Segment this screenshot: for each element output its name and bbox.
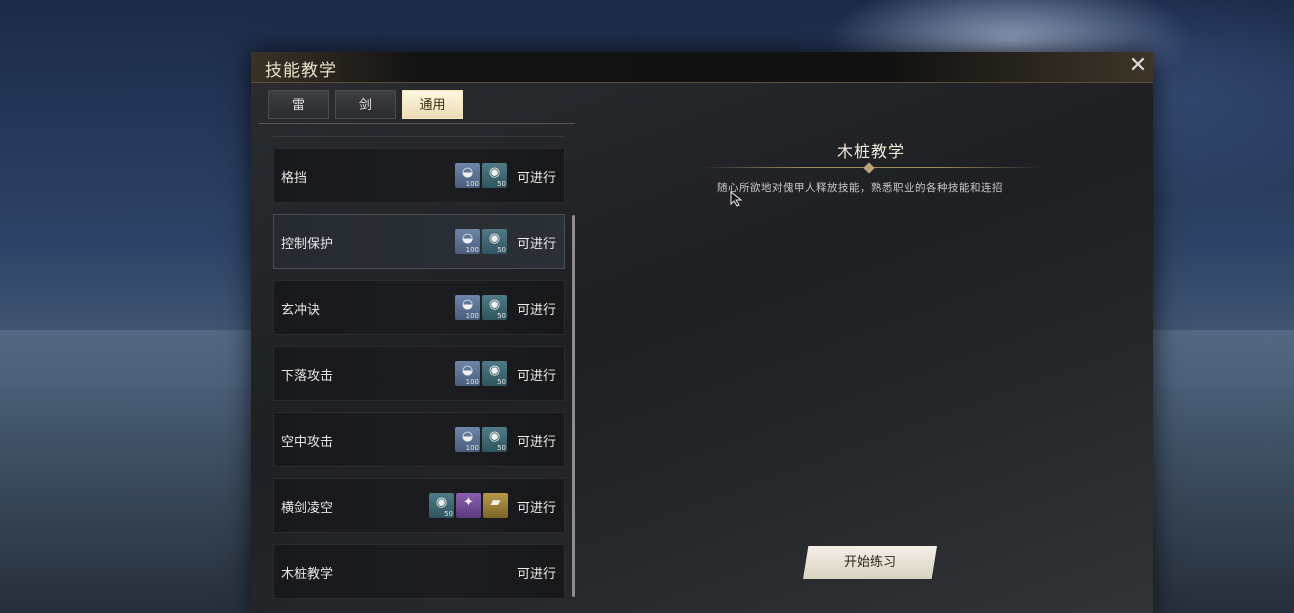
skill-item-xuanchong[interactable]: 玄冲诀 ◒ 100 ◉ 50 可进行 bbox=[273, 280, 565, 335]
silver-ingot-icon: ◒ 100 bbox=[455, 295, 480, 320]
jade-coin-icon: ◉ 50 bbox=[482, 163, 507, 188]
window-title: 技能教学 bbox=[265, 61, 337, 81]
silver-ingot-icon: ◒ 100 bbox=[455, 229, 480, 254]
jade-coin-icon: ◉ 50 bbox=[482, 229, 507, 254]
skill-item-hengjian-lingkong[interactable]: 横剑凌空 ◉ 50 ✦ ▰ 可进行 bbox=[273, 478, 565, 533]
jade-coin-icon: ◉ 50 bbox=[482, 295, 507, 320]
skill-status: 可进行 bbox=[516, 171, 556, 186]
skill-status: 可进行 bbox=[516, 435, 556, 450]
silver-ingot-icon: ◒ 100 bbox=[455, 361, 480, 386]
skill-status: 可进行 bbox=[516, 501, 556, 516]
skill-status: 可进行 bbox=[516, 237, 556, 252]
silver-ingot-icon: ◒ 100 bbox=[455, 427, 480, 452]
close-icon[interactable]: ✕ bbox=[1127, 55, 1149, 78]
skill-name: 格挡 bbox=[281, 171, 308, 186]
skill-item-block[interactable]: 格挡 ◒ 100 ◉ 50 可进行 bbox=[273, 148, 565, 203]
jade-coin-icon: ◉ 50 bbox=[482, 427, 507, 452]
tab-thunder[interactable]: 雷 bbox=[268, 90, 329, 119]
skill-item-wooden-dummy[interactable]: 木桩教学 可进行 bbox=[273, 544, 565, 599]
tab-sword[interactable]: 剑 bbox=[335, 90, 396, 119]
skill-name: 下落攻击 bbox=[281, 369, 334, 384]
skill-name: 玄冲诀 bbox=[281, 303, 321, 318]
skill-name: 木桩教学 bbox=[281, 567, 334, 582]
skill-status: 可进行 bbox=[516, 303, 556, 318]
skill-teaching-window: 技能教学 ✕ 雷 剑 通用 格挡 ◒ 100 ◉ 50 可进行 控制保护 ◒ 100 … bbox=[251, 52, 1153, 613]
skill-status: 可进行 bbox=[516, 369, 556, 384]
tab-divider bbox=[259, 123, 575, 124]
detail-description: 随心所欲地对傀甲人释放技能，熟悉职业的各种技能和连招 bbox=[717, 182, 1003, 194]
purple-item-icon: ✦ bbox=[456, 493, 481, 518]
skill-name: 空中攻击 bbox=[281, 435, 334, 450]
skill-item-falling-attack[interactable]: 下落攻击 ◒ 100 ◉ 50 可进行 bbox=[273, 346, 565, 401]
skill-name: 控制保护 bbox=[281, 237, 334, 252]
detail-title: 木桩教学 bbox=[836, 142, 905, 161]
list-top-divider bbox=[273, 136, 565, 137]
skill-item-air-attack[interactable]: 空中攻击 ◒ 100 ◉ 50 可进行 bbox=[273, 412, 565, 467]
jade-coin-icon: ◉ 50 bbox=[429, 493, 454, 518]
start-practice-button[interactable]: 开始练习 bbox=[803, 546, 937, 579]
window-titlebar: 技能教学 ✕ bbox=[251, 52, 1153, 83]
jade-coin-icon: ◉ 50 bbox=[482, 361, 507, 386]
list-scrollbar[interactable] bbox=[572, 215, 575, 597]
skill-status: 可进行 bbox=[516, 567, 556, 582]
mouse-cursor-icon bbox=[730, 191, 743, 207]
skill-item-control-protect[interactable]: 控制保护 ◒ 100 ◉ 50 可进行 bbox=[273, 214, 565, 269]
title-ornament bbox=[701, 162, 1041, 174]
silver-ingot-icon: ◒ 100 bbox=[455, 163, 480, 188]
tab-general[interactable]: 通用 bbox=[402, 90, 463, 119]
skill-name: 横剑凌空 bbox=[281, 501, 334, 516]
gold-item-icon: ▰ bbox=[483, 493, 508, 518]
